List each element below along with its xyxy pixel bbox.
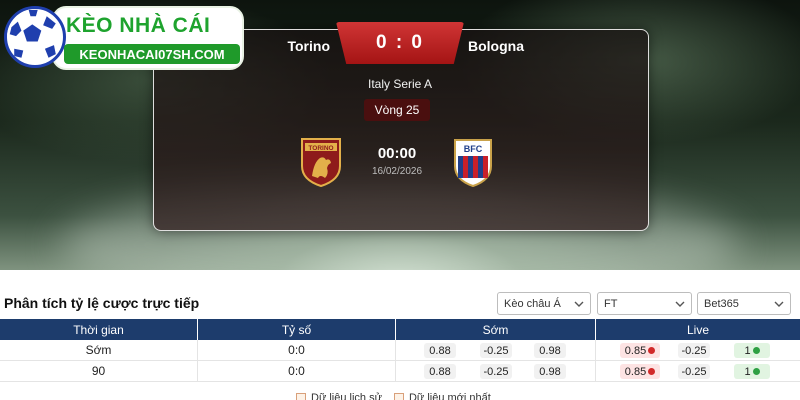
row-early-odds: 0.88 -0.25 0.98	[396, 340, 596, 360]
legend-latest[interactable]: Dữ liệu mới nhất	[393, 392, 491, 400]
row-score: 0:0	[198, 340, 396, 360]
chevron-down-icon	[574, 301, 584, 307]
row-early-odds: 0.88 -0.25 0.98	[396, 361, 596, 381]
early-away-odd: 0.98	[534, 364, 566, 379]
site-logo[interactable]: KÈO NHÀ CÁI KEONHACAI07SH.COM	[0, 0, 246, 76]
legend-history-label: Dữ liệu lịch sử	[311, 392, 382, 400]
table-header-row: Thời gian Tỷ số Sớm Live	[0, 319, 800, 340]
home-team-name[interactable]: Torino	[287, 38, 330, 54]
live-away-odd: 1	[734, 364, 770, 379]
bologna-crest-label: BFC	[464, 144, 483, 154]
brand-domain-strip: KEONHACAI07SH.COM	[64, 44, 240, 64]
market-select-value: Kèo châu Á	[504, 297, 561, 310]
legend-history[interactable]: Dữ liệu lịch sử	[296, 392, 382, 400]
torino-crest-label: TORINO	[308, 145, 333, 152]
away-team-name[interactable]: Bologna	[468, 38, 524, 54]
legend-latest-checkbox[interactable]	[393, 393, 404, 400]
table-row: Sớm 0:0 0.88 -0.25 0.98 0.85 -0.25 1	[0, 340, 800, 361]
row-time: 90	[0, 361, 198, 381]
odds-down-icon	[648, 347, 656, 354]
live-home-odd-value: 0.85	[624, 344, 647, 357]
early-away-odd: 0.98	[534, 343, 566, 358]
odds-down-icon	[648, 368, 656, 375]
row-live-odds: 0.85 -0.25 1	[596, 361, 800, 381]
page: Torino 0 : 0 Bologna Italy Serie A Vòng …	[0, 0, 800, 400]
torino-crest-icon[interactable]: TORINO	[298, 136, 344, 188]
column-header-live: Live	[686, 322, 709, 337]
bookmaker-select-value: Bet365	[704, 297, 739, 310]
market-select[interactable]: Kèo châu Á	[497, 292, 591, 315]
column-header-time: Thời gian	[0, 319, 198, 340]
live-away-odd-value: 1	[744, 365, 751, 378]
column-header-score: Tỷ số	[198, 319, 396, 340]
match-date: 16/02/2026	[371, 166, 423, 177]
odds-table: Thời gian Tỷ số Sớm Live Sớm 0:0 0.88 -0…	[0, 319, 800, 382]
chevron-down-icon	[675, 301, 685, 307]
column-header-early: Sớm	[396, 319, 596, 340]
legend-latest-label: Dữ liệu mới nhất	[408, 392, 491, 400]
live-home-odd-value: 0.85	[624, 365, 647, 378]
early-handicap: -0.25	[480, 343, 512, 358]
row-score: 0:0	[198, 361, 396, 381]
live-handicap: -0.25	[678, 343, 710, 358]
match-score: 0 : 0	[375, 32, 425, 53]
live-handicap: -0.25	[678, 364, 710, 379]
odds-up-icon	[752, 368, 760, 375]
odds-section-title: Phân tích tỷ lệ cược trực tiếp	[4, 295, 200, 311]
early-home-odd: 0.88	[424, 343, 456, 358]
early-home-odd: 0.88	[424, 364, 456, 379]
chevron-down-icon	[774, 301, 784, 307]
early-handicap: -0.25	[480, 364, 512, 379]
period-select-value: FT	[604, 297, 618, 310]
bookmaker-select[interactable]: Bet365	[697, 292, 791, 315]
kickoff-time: 00:00	[377, 145, 417, 162]
brand-title: KÈO NHÀ CÁI	[66, 14, 211, 37]
period-select[interactable]: FT	[597, 292, 692, 315]
row-time: Sớm	[0, 340, 198, 360]
live-home-odd: 0.85	[620, 343, 660, 358]
live-away-odd-value: 1	[744, 344, 751, 357]
table-row: 90 0:0 0.88 -0.25 0.98 0.85 -0.25 1	[0, 361, 800, 382]
legend-history-checkbox[interactable]	[296, 393, 306, 400]
data-legend: Dữ liệu lịch sử Dữ liệu mới nhất	[296, 392, 491, 400]
brand-domain: KEONHACAI07SH.COM	[79, 46, 225, 62]
score-banner: 0 : 0	[336, 22, 464, 64]
soccer-ball-icon	[4, 6, 66, 68]
live-home-odd: 0.85	[620, 364, 660, 379]
league-name[interactable]: Italy Serie A	[300, 77, 500, 91]
live-away-odd: 1	[734, 343, 770, 358]
bologna-crest-icon[interactable]: BFC	[450, 136, 496, 188]
round-badge: Vòng 25	[364, 99, 430, 121]
odds-up-icon	[752, 347, 760, 354]
row-live-odds: 0.85 -0.25 1	[596, 340, 800, 360]
